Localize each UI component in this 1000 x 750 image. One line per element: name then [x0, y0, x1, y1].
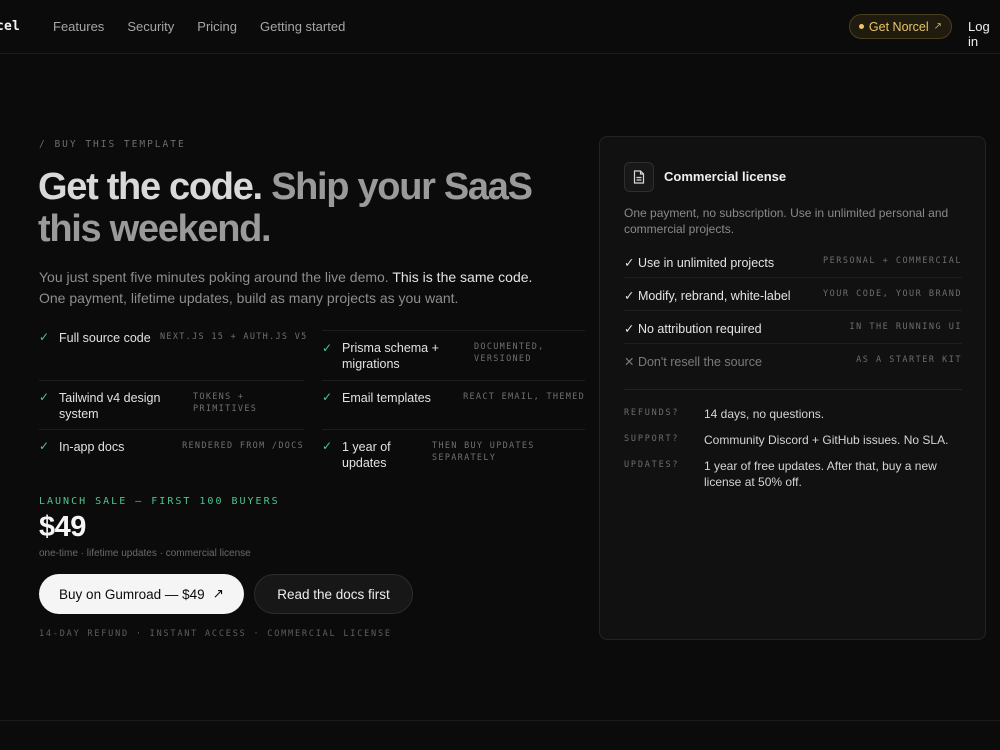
feature-name: Prisma schema + migrations: [342, 341, 439, 371]
document-icon: [624, 162, 654, 192]
license-row-label: ✕ Don't resell the source: [624, 355, 762, 369]
top-nav: cel Features Security Pricing Getting st…: [0, 0, 1000, 54]
feature-name: Full source code: [59, 331, 151, 345]
divider: [624, 389, 962, 390]
faq-value: 14 days, no questions.: [704, 407, 825, 421]
footer-divider: [0, 720, 1000, 721]
launch-sale-label: LAUNCH SALE — FIRST 100 BUYERS: [39, 496, 280, 507]
license-row-label: ✓ Modify, rebrand, white-label: [624, 289, 791, 303]
feature-tag: TOKENS + PRIMITIVES: [193, 392, 258, 414]
fine-print: 14-DAY REFUND · INSTANT ACCESS · COMMERC…: [39, 629, 392, 639]
feature-tag: THEN BUY UPDATES SEPARATELY: [432, 441, 535, 463]
feature-item: ✓ 1 year of updates THEN BUY UPDATES SEP…: [322, 429, 585, 479]
get-norcel-label: Get Norcel: [868, 19, 929, 34]
card-description: One payment, no subscription. Use in unl…: [624, 206, 949, 236]
card-title: Commercial license: [664, 169, 787, 184]
status-dot-icon: [858, 24, 864, 29]
feature-tag: DOCUMENTED, VERSIONED: [474, 342, 545, 364]
check-icon: ✓: [322, 341, 333, 355]
lede-part-1: You just spent five minutes poking aroun…: [39, 269, 389, 285]
faq-key: REFUNDS?: [624, 408, 680, 418]
nav-link-features[interactable]: Features: [53, 19, 104, 34]
license-row: ✓ No attribution required IN THE RUNNING…: [624, 311, 962, 344]
license-row-tag: IN THE RUNNING UI: [849, 322, 962, 332]
arrow-up-right-icon: ↗: [933, 21, 943, 32]
check-icon: ✓: [322, 390, 333, 404]
headline-primary: Get the code.: [38, 166, 263, 208]
license-row: ✓ Modify, rebrand, white-label YOUR CODE…: [624, 278, 962, 311]
check-icon: ✓: [322, 439, 333, 453]
license-row-tag: PERSONAL + COMMERCIAL: [823, 256, 962, 266]
read-docs-button[interactable]: Read the docs first: [254, 574, 413, 614]
faq-value: 1 year of free updates. After that, buy …: [704, 459, 937, 489]
faq-value: Community Discord + GitHub issues. No SL…: [704, 433, 949, 447]
license-row-label: ✓ Use in unlimited projects: [624, 256, 775, 270]
feature-item: ✓ Email templates REACT EMAIL, THEMED: [322, 380, 585, 429]
section-eyebrow: / BUY THIS TEMPLATE: [39, 139, 186, 150]
lede-part-3: One payment, lifetime updates, build as …: [39, 290, 459, 306]
faq-key: UPDATES?: [624, 460, 680, 470]
feature-name: Tailwind v4 design system: [59, 391, 161, 421]
get-norcel-button[interactable]: Get Norcel ↗: [849, 14, 952, 39]
feature-item: ✓ In-app docs RENDERED FROM /DOCS: [39, 429, 304, 479]
hero-description: You just spent five minutes poking aroun…: [39, 267, 559, 309]
faq-key: SUPPORT?: [624, 434, 680, 444]
feature-tag: NEXT.JS 15 + AUTH.JS V5: [160, 332, 308, 342]
feature-item: ✓ Full source code NEXT.JS 15 + AUTH.JS …: [39, 330, 306, 380]
license-row: ✕ Don't resell the source AS A STARTER K…: [624, 344, 962, 377]
brand-logo[interactable]: cel: [0, 19, 20, 34]
page-title: Get the code. Ship your SaaS this weeken…: [38, 166, 558, 250]
license-row-tag: AS A STARTER KIT: [856, 355, 962, 365]
feature-item: ✓ Tailwind v4 design system TOKENS + PRI…: [39, 380, 304, 429]
buy-on-gumroad-button[interactable]: Buy on Gumroad — $49 ↗: [39, 574, 244, 614]
feature-tag: RENDERED FROM /DOCS: [182, 441, 304, 451]
license-row: ✓ Use in unlimited projects PERSONAL + C…: [624, 245, 962, 278]
feature-name: In-app docs: [59, 440, 125, 454]
feature-name: Email templates: [342, 391, 431, 405]
nav-link-pricing[interactable]: Pricing: [197, 19, 237, 34]
check-icon: ✓: [39, 439, 50, 453]
price-subtitle: one-time · lifetime updates · commercial…: [39, 548, 251, 559]
login-link[interactable]: Log in: [968, 19, 1000, 49]
nav-link-security[interactable]: Security: [127, 19, 174, 34]
check-icon: ✓: [39, 390, 50, 404]
nav-link-getting-started[interactable]: Getting started: [260, 19, 345, 34]
license-row-tag: YOUR CODE, YOUR BRAND: [823, 289, 962, 299]
feature-name: 1 year of updates: [342, 440, 391, 470]
buy-button-label: Buy on Gumroad — $49: [59, 586, 205, 602]
feature-tag: REACT EMAIL, THEMED: [463, 392, 585, 402]
lede-part-2: This is the same code.: [392, 269, 533, 285]
license-card: Commercial license One payment, no subsc…: [599, 136, 986, 640]
feature-item: ✓ Prisma schema + migrations DOCUMENTED,…: [322, 330, 585, 380]
check-icon: ✓: [39, 330, 50, 344]
nav-links: Features Security Pricing Getting starte…: [53, 19, 345, 34]
arrow-up-right-icon: ↗: [212, 586, 224, 601]
price: $49: [39, 511, 86, 543]
license-row-label: ✓ No attribution required: [624, 322, 762, 336]
